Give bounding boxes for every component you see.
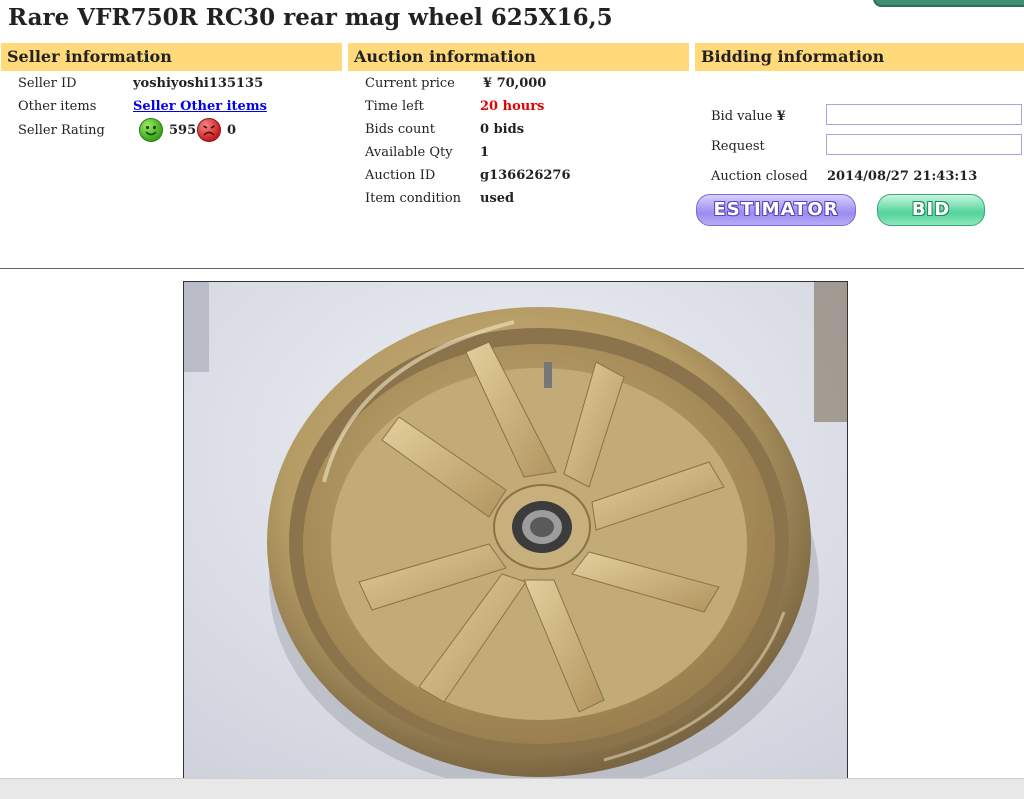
bottom-scroll-bar[interactable] xyxy=(0,778,1024,799)
item-condition-label: Item condition xyxy=(365,191,462,206)
bid-value-label-text: Bid value xyxy=(711,109,773,124)
seller-other-items-link[interactable]: Seller Other items xyxy=(133,99,267,114)
seller-id-label: Seller ID xyxy=(18,76,77,91)
auction-closed-label: Auction closed xyxy=(711,169,808,184)
bidding-panel: Bidding information xyxy=(695,43,1024,71)
smiley-bad-icon xyxy=(197,118,221,142)
auction-panel-header: Auction information xyxy=(348,43,689,71)
bidding-panel-header: Bidding information xyxy=(695,43,1024,71)
item-condition-value: used xyxy=(480,191,515,206)
seller-panel: Seller information xyxy=(1,43,342,71)
yen-symbol: ¥ xyxy=(776,109,786,124)
auction-closed-value: 2014/08/27 21:43:13 xyxy=(827,169,978,184)
smiley-good-icon xyxy=(139,118,163,142)
auction-panel: Auction information xyxy=(348,43,689,71)
request-label: Request xyxy=(711,139,765,154)
page-title: Rare VFR750R RC30 rear mag wheel 625X16,… xyxy=(8,4,613,31)
other-items-label: Other items xyxy=(18,99,97,114)
top-button-edge[interactable] xyxy=(873,0,1024,7)
available-qty-value: 1 xyxy=(480,145,490,160)
section-divider xyxy=(0,268,1024,269)
seller-rating-label: Seller Rating xyxy=(18,123,105,138)
bids-count-label: Bids count xyxy=(365,122,435,137)
current-price-value: ¥ 70,000 xyxy=(483,76,547,91)
estimator-button[interactable]: ESTIMATOR xyxy=(696,194,856,226)
bids-count-value: 0 bids xyxy=(480,122,525,137)
request-input[interactable] xyxy=(826,134,1022,155)
product-photo xyxy=(183,281,848,780)
current-price-label: Current price xyxy=(365,76,455,91)
time-left-value: 20 hours xyxy=(480,99,545,114)
seller-panel-header: Seller information xyxy=(1,43,342,71)
auction-id-value: g136626276 xyxy=(480,168,571,183)
seller-id-value: yoshiyoshi135135 xyxy=(133,76,264,91)
wheel-image xyxy=(184,282,847,779)
good-rating-count: 595 xyxy=(169,123,197,138)
time-left-label: Time left xyxy=(365,99,424,114)
bid-value-input[interactable] xyxy=(826,104,1022,125)
auction-id-label: Auction ID xyxy=(365,168,436,183)
available-qty-label: Available Qty xyxy=(365,145,453,160)
bid-value-label: Bid value ¥ xyxy=(711,109,786,124)
bid-button[interactable]: BID xyxy=(877,194,985,226)
bad-rating-count: 0 xyxy=(227,123,237,138)
